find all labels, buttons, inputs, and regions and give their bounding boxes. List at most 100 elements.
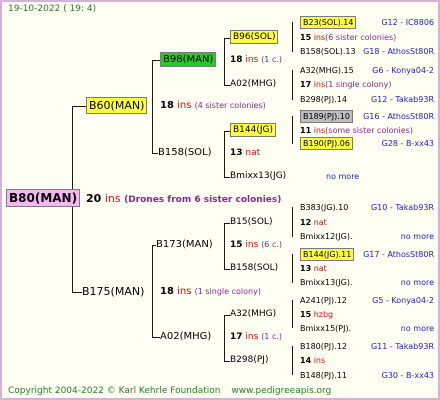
- ins: nat: [313, 264, 327, 273]
- connector: [292, 346, 293, 375]
- ancestor-name[interactable]: B190(PJ).06: [300, 137, 353, 150]
- ggparent-node[interactable]: B298(PJ): [230, 356, 268, 365]
- queen-name[interactable]: B144(JG): [230, 123, 277, 137]
- connector: [72, 292, 82, 293]
- connector: [72, 106, 86, 107]
- queen-name[interactable]: B98(MAN): [160, 52, 217, 67]
- queen-name[interactable]: Bmixx13(JG): [230, 171, 286, 181]
- queen-name[interactable]: A32(MHG): [230, 309, 276, 319]
- ancestor-name[interactable]: B23(SOL).14: [300, 16, 357, 29]
- ancestor-name[interactable]: B158(SOL).13: [300, 48, 356, 56]
- ancestor-tag: G28 - B-xx43: [381, 139, 434, 148]
- year: 18: [160, 100, 174, 111]
- note: (some sister colonies): [325, 126, 413, 135]
- ggparent-info: 15 ins(6 sister colonies): [300, 34, 396, 42]
- queen-name[interactable]: B23(SOL).14: [300, 16, 357, 29]
- ancestor-name[interactable]: B144(JG).11: [300, 248, 355, 261]
- queen-name[interactable]: B60(MAN): [86, 97, 148, 114]
- root-note: (Drones from 6 sister colonies): [124, 195, 282, 205]
- footer: Copyright 2004-2022 © Karl Kehrle Founda…: [8, 387, 331, 396]
- queen-name[interactable]: B144(JG).11: [300, 248, 355, 261]
- ancestor-name[interactable]: Bmixx13(JG).: [300, 279, 353, 287]
- ancestor-name[interactable]: B383(JG).10: [300, 204, 348, 212]
- queen-name[interactable]: B148(PJ).11: [300, 371, 347, 380]
- queen-name[interactable]: B158(SOL): [158, 147, 212, 158]
- queen-name[interactable]: Bmixx15(PJ).: [300, 324, 351, 333]
- ggparent-node[interactable]: B15(SOL): [230, 218, 272, 227]
- ancestor-name[interactable]: Bmixx12(JG).: [300, 233, 353, 241]
- site-link[interactable]: www.pedigreeapis.org: [231, 386, 331, 396]
- grandparent-info: 15 ins (6 c.): [230, 241, 282, 250]
- queen-name[interactable]: B180(PJ).12: [300, 342, 347, 351]
- parent-node[interactable]: B175(MAN): [82, 286, 144, 297]
- note: (1 single colony): [325, 80, 392, 89]
- ancestor-name[interactable]: A32(MHG).15: [300, 67, 354, 75]
- ggparent-info: 17 ins(1 single colony): [300, 81, 391, 89]
- connector: [224, 38, 225, 85]
- note: (1 c.): [261, 55, 283, 64]
- ancestor-tag: G10 - Takab93R: [370, 203, 434, 212]
- queen-name[interactable]: B15(SOL): [230, 217, 272, 227]
- queen-name[interactable]: B383(JG).10: [300, 203, 348, 212]
- queen-name[interactable]: B175(MAN): [82, 285, 144, 298]
- queen-name[interactable]: A02(MHG): [230, 79, 276, 89]
- ggparent-node[interactable]: B96(SOL): [230, 30, 279, 44]
- ins: ins: [313, 356, 326, 365]
- ancestor-tag: G11 - Takab93R: [370, 342, 434, 351]
- ggparent-info: 15 hzbg: [300, 311, 333, 319]
- queen-name[interactable]: A02(MHG): [160, 331, 211, 342]
- ins: hzbg: [313, 310, 334, 319]
- ancestor-tag: G18 - AthosSt80R: [363, 47, 434, 56]
- grandparent-node[interactable]: B98(MAN): [160, 52, 217, 67]
- ggparent-info: no more: [326, 173, 359, 181]
- parent-info: 18 ins (1 single colony): [160, 287, 261, 297]
- ggparent-node[interactable]: B158(SOL): [230, 264, 278, 273]
- ancestor-name[interactable]: Bmixx15(PJ).: [300, 325, 351, 333]
- queen-name[interactable]: A32(MHG).15: [300, 66, 354, 75]
- grandparent-node[interactable]: B158(SOL): [158, 148, 212, 158]
- ancestor-tag: G12 - Takab93R: [370, 95, 434, 104]
- ggparent-info: 11 ins(some sister colonies): [300, 127, 413, 135]
- queen-name[interactable]: B173(MAN): [156, 239, 213, 250]
- ins: ins: [245, 332, 259, 342]
- ggparent-node[interactable]: Bmixx13(JG): [230, 172, 286, 181]
- grandparent-node[interactable]: A02(MHG): [160, 332, 211, 342]
- connector: [224, 131, 225, 177]
- pedigree-root[interactable]: B80(MAN): [6, 189, 81, 207]
- ancestor-name[interactable]: B298(PJ).14: [300, 96, 347, 104]
- queen-name[interactable]: B298(PJ): [230, 355, 268, 365]
- queen-name[interactable]: B158(SOL): [230, 263, 278, 273]
- note: (1 c.): [261, 332, 283, 341]
- ggparent-node[interactable]: B144(JG): [230, 123, 277, 137]
- year: 15: [300, 33, 312, 42]
- queen-name[interactable]: B189(PJ).10: [300, 110, 353, 123]
- ancestor-name[interactable]: B189(PJ).10: [300, 110, 353, 123]
- ancestor-name[interactable]: B180(PJ).12: [300, 343, 347, 351]
- queen-name[interactable]: B190(PJ).06: [300, 137, 353, 150]
- year: 18: [230, 55, 243, 65]
- note: (4 sister colonies): [194, 101, 266, 110]
- ancestor-tag: G6 - Konya04-2: [372, 66, 434, 75]
- ins: ins: [313, 126, 326, 135]
- ins: ins: [245, 240, 259, 250]
- note: (1 single colony): [194, 287, 261, 296]
- year: 17: [300, 80, 312, 89]
- queen-name[interactable]: B158(SOL).13: [300, 47, 356, 56]
- queen-name[interactable]: Bmixx13(JG).: [300, 278, 353, 287]
- root-year: 20: [86, 192, 102, 205]
- queen-name[interactable]: B96(SOL): [230, 30, 279, 44]
- ancestor-name[interactable]: B148(PJ).11: [300, 372, 347, 380]
- queen-name[interactable]: B298(PJ).14: [300, 95, 347, 104]
- queen-name[interactable]: Bmixx12(JG).: [300, 232, 353, 241]
- ancestor-tag: G5 - Konya04-2: [372, 296, 434, 305]
- parent-node[interactable]: B60(MAN): [86, 97, 148, 114]
- connector: [292, 22, 293, 52]
- root-queen-name[interactable]: B80(MAN): [6, 189, 81, 207]
- ancestor-name[interactable]: A241(PJ).12: [300, 297, 347, 305]
- grandparent-node[interactable]: B173(MAN): [156, 240, 213, 250]
- ggparent-node[interactable]: A32(MHG): [230, 310, 276, 319]
- queen-name[interactable]: A241(PJ).12: [300, 296, 347, 305]
- ancestor-tag: no more: [400, 232, 434, 241]
- ggparent-node[interactable]: A02(MHG): [230, 80, 276, 89]
- ins: ins: [313, 80, 326, 89]
